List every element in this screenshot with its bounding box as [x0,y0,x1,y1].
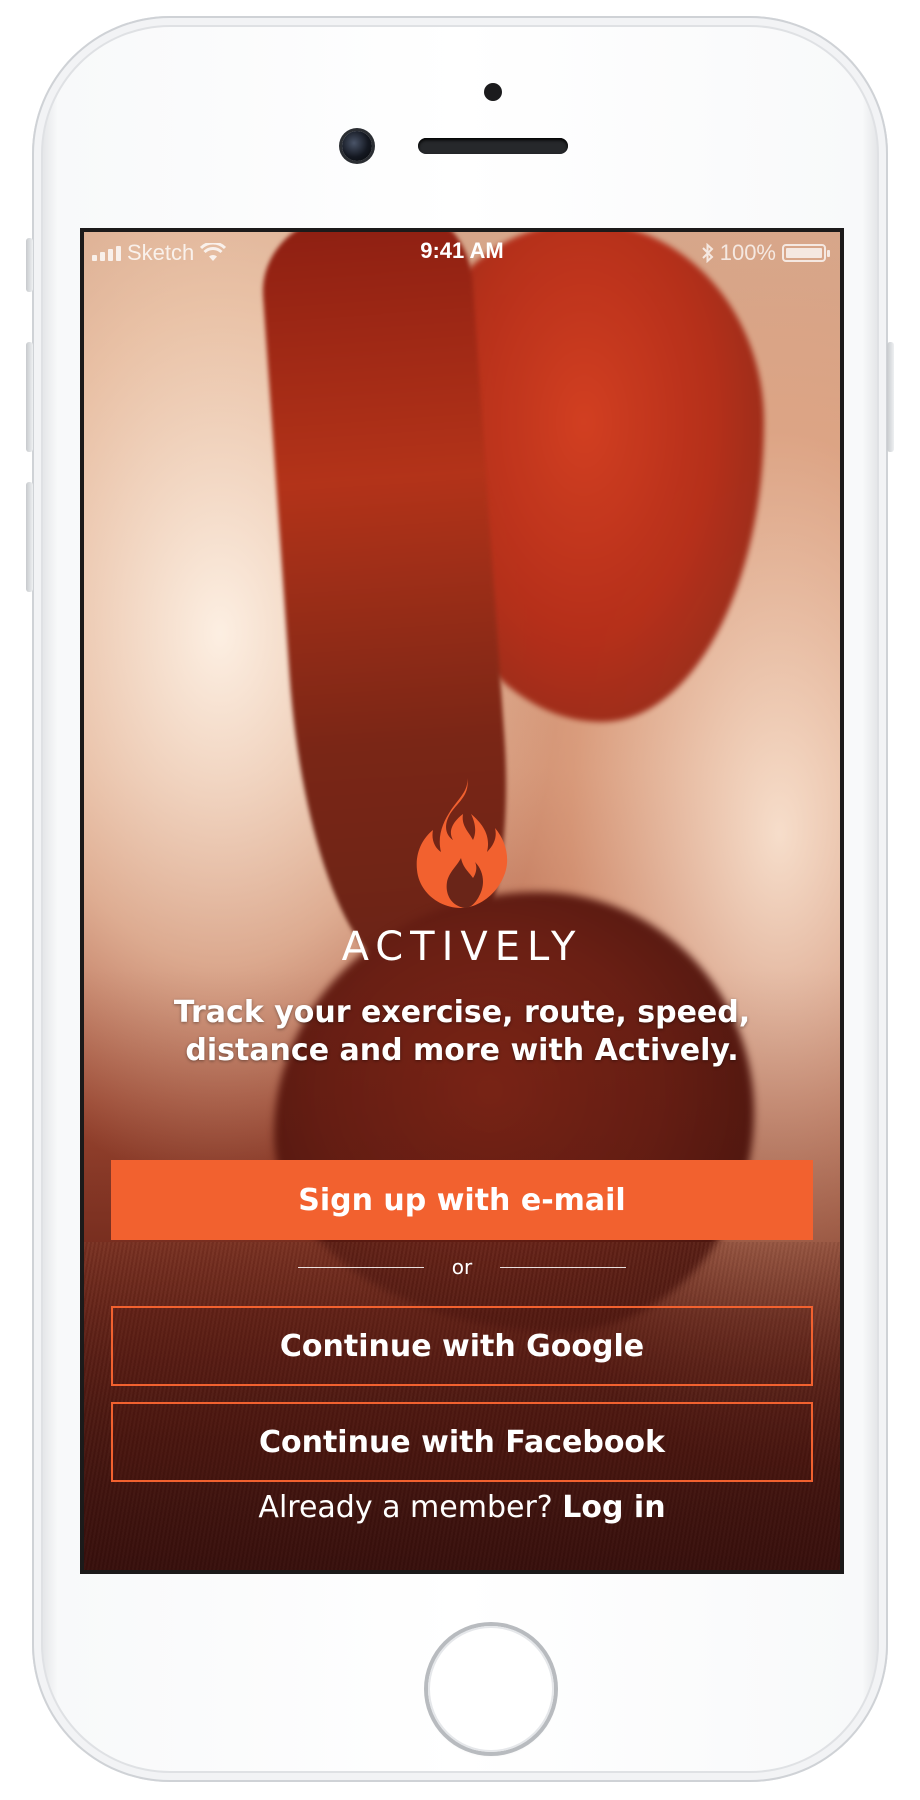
proximity-sensor [484,83,502,101]
volume-down-button [26,482,33,592]
front-camera [342,131,372,161]
background-photo: Sketch 9:41 AM 100% ACTIVELY Track your … [84,232,840,1570]
continue-facebook-button[interactable]: Continue with Facebook [111,1402,813,1482]
or-divider: or [84,1252,840,1282]
flame-icon [416,778,508,908]
signup-email-button[interactable]: Sign up with e-mail [111,1160,813,1240]
member-question: Already a member? [258,1490,553,1525]
login-prompt: Already a member? Log in [84,1490,840,1525]
status-bar: Sketch 9:41 AM 100% [84,232,840,270]
brand-name: ACTIVELY [341,924,583,970]
battery-icon [782,244,830,262]
mute-switch [26,238,33,292]
volume-up-button [26,342,33,452]
status-right: 100% [702,240,830,266]
screen: Sketch 9:41 AM 100% ACTIVELY Track your … [80,228,844,1574]
divider-label: or [451,1255,473,1279]
tagline: Track your exercise, route, speed, dista… [173,995,751,1068]
earpiece-speaker [418,138,568,154]
power-button [887,342,894,452]
continue-google-button[interactable]: Continue with Google [111,1306,813,1386]
login-link[interactable]: Log in [562,1490,665,1525]
divider-line-right [500,1266,627,1268]
bluetooth-icon [702,243,714,263]
home-button[interactable] [428,1626,554,1752]
logo [84,774,840,919]
battery-percent: 100% [719,240,776,265]
divider-line-left [297,1266,424,1268]
